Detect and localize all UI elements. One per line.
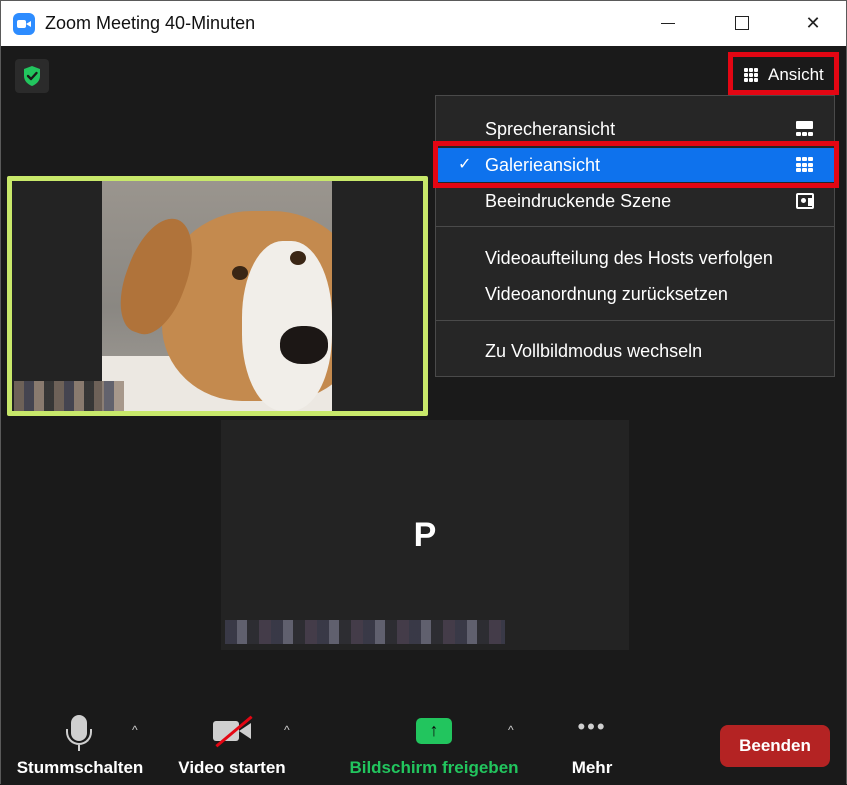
participant-avatar-initial: P (413, 516, 437, 554)
menu-item-label: Videoaufteilung des Hosts verfolgen (485, 248, 773, 268)
share-screen-icon: ↑ (416, 718, 452, 744)
minimize-icon (661, 23, 675, 24)
close-button[interactable]: ✕ (790, 1, 836, 46)
mute-label: Stummschalten (16, 758, 144, 777)
menu-item-fullscreen[interactable]: Zu Vollbildmodus wechseln (436, 334, 834, 368)
audio-options-chevron-icon[interactable]: ^ (132, 723, 146, 737)
zoom-app-icon (13, 13, 35, 35)
participant-tile-active[interactable] (7, 176, 428, 416)
maximize-button[interactable] (719, 1, 765, 46)
close-icon: ✕ (805, 13, 821, 33)
view-menu: Sprecheransicht ✓ Galerieansicht Beeindr… (435, 95, 835, 377)
immersive-scene-icon (796, 193, 814, 209)
title-bar: Zoom Meeting 40-Minuten ✕ (1, 1, 846, 46)
grid-icon (744, 68, 758, 82)
menu-item-immersive-scene[interactable]: Beeindruckende Szene (436, 184, 834, 218)
more-dots-icon: ••• (577, 714, 607, 739)
maximize-icon (735, 16, 749, 30)
menu-divider (436, 226, 834, 227)
more-button[interactable]: ••• Mehr (561, 701, 623, 785)
arrow-up-icon: ↑ (429, 720, 439, 740)
menu-item-label: Beeindruckende Szene (485, 191, 672, 211)
participant-tile[interactable]: P (221, 420, 629, 650)
encryption-shield-icon[interactable] (15, 59, 49, 93)
checkmark-icon: ✓ (458, 156, 472, 173)
zoom-meeting-window: Zoom Meeting 40-Minuten ✕ Ansicht P Spre… (0, 0, 847, 785)
more-label: Mehr (571, 758, 613, 777)
menu-item-gallery-view[interactable]: ✓ Galerieansicht (436, 148, 834, 182)
menu-item-label: Videoanordnung zurücksetzen (485, 284, 728, 304)
minimize-button[interactable] (645, 1, 691, 46)
start-video-button[interactable]: Video starten (171, 701, 293, 785)
share-options-chevron-icon[interactable]: ^ (508, 723, 522, 737)
menu-item-label: Zu Vollbildmodus wechseln (485, 341, 703, 361)
end-meeting-button[interactable]: Beenden (720, 725, 830, 767)
video-options-chevron-icon[interactable]: ^ (284, 723, 298, 737)
participant-video-image (102, 181, 332, 411)
menu-item-reset-video-order[interactable]: Videoanordnung zurücksetzen (436, 277, 834, 311)
view-button-label: Ansicht (768, 65, 824, 84)
mute-button[interactable]: Stummschalten (11, 701, 149, 785)
menu-divider (436, 320, 834, 321)
share-screen-button[interactable]: ↑ Bildschirm freigeben (339, 701, 529, 785)
view-button[interactable]: Ansicht (728, 52, 839, 95)
participant-video (12, 181, 423, 411)
gallery-view-icon (796, 157, 814, 173)
menu-item-follow-host-video-order[interactable]: Videoaufteilung des Hosts verfolgen (436, 241, 834, 275)
speaker-view-icon (796, 121, 814, 137)
participant-name-blurred (14, 381, 124, 411)
window-title: Zoom Meeting 40-Minuten (45, 13, 256, 33)
menu-item-speaker-view[interactable]: Sprecheransicht (436, 112, 834, 146)
start-video-label: Video starten (178, 758, 286, 777)
participant-name-blurred (225, 620, 505, 644)
share-screen-label: Bildschirm freigeben (349, 758, 519, 777)
menu-item-label: Galerieansicht (485, 155, 601, 175)
menu-item-label: Sprecheransicht (485, 119, 616, 139)
